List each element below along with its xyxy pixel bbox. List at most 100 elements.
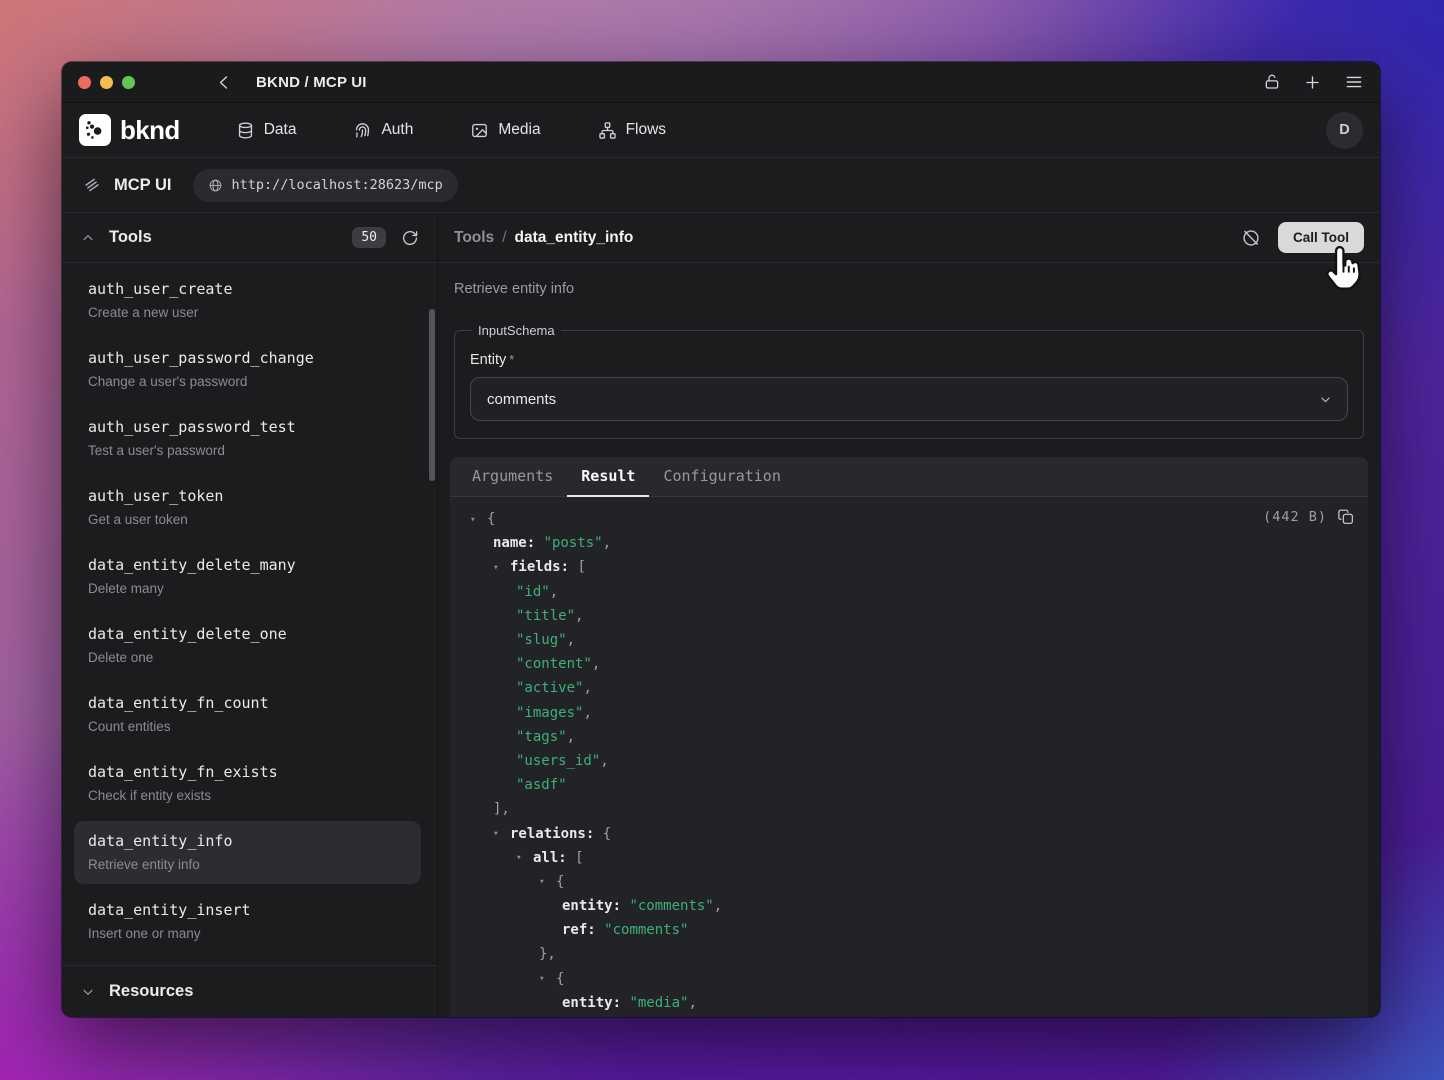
result-size-label: (442 B) — [1263, 509, 1327, 525]
app-window: BKND / MCP UI — [62, 62, 1380, 1017]
json-line: ], — [450, 797, 1368, 821]
sidebar-tool-item[interactable]: data_entity_fn_count Count entities — [74, 683, 421, 746]
sidebar-tool-item[interactable]: auth_user_create Create a new user — [74, 269, 421, 332]
nav-label: Media — [498, 121, 540, 139]
tool-name: data_entity_delete_one — [88, 624, 407, 645]
mcp-bar: MCP UI http://localhost:28623/mcp — [62, 158, 1380, 213]
menu-icon[interactable] — [1344, 72, 1364, 92]
json-line: ▾fields: [ — [450, 555, 1368, 579]
json-token-punc: , — [592, 656, 600, 672]
zoom-window-button[interactable] — [122, 76, 135, 89]
tab-result[interactable]: Result — [567, 457, 649, 497]
sidebar-tool-item[interactable]: data_entity_fn_existsCheck if entity exi… — [74, 752, 421, 815]
tool-description: Create a new user — [88, 303, 407, 322]
refresh-icon[interactable] — [401, 229, 419, 247]
json-line: ▾{ — [450, 507, 1368, 531]
window-controls — [78, 76, 135, 89]
json-token-punc: { — [556, 971, 564, 987]
json-token-punc: , — [688, 995, 696, 1011]
copy-icon[interactable] — [1337, 508, 1355, 526]
image-icon — [470, 121, 489, 140]
sidebar-scrollbar[interactable] — [429, 309, 435, 481]
sidebar-tool-item[interactable]: data_entity_delete_manyDelete many — [74, 545, 421, 608]
database-icon — [236, 121, 255, 140]
nav-item-auth[interactable]: Auth — [353, 121, 413, 140]
json-token-key: entity: — [562, 995, 629, 1011]
close-window-button[interactable] — [78, 76, 91, 89]
collapse-arrow-icon[interactable]: ▾ — [493, 828, 510, 839]
nav-item-flows[interactable]: Flows — [598, 121, 666, 140]
tools-section-header[interactable]: Tools 50 — [62, 213, 437, 263]
fingerprint-icon — [353, 121, 372, 140]
call-tool-button[interactable]: Call Tool — [1278, 222, 1364, 253]
json-token-str: "slug" — [516, 632, 567, 648]
json-token-str: "content" — [516, 656, 592, 672]
json-token-punc: , — [603, 535, 611, 551]
chevron-up-icon[interactable] — [80, 230, 96, 246]
sidebar-tool-item[interactable]: auth_user_password_testTest a user's pas… — [74, 407, 421, 470]
tool-detail-header: Tools / data_entity_info Call Tool — [438, 213, 1380, 263]
tool-description: Get a user token — [88, 510, 407, 529]
minimize-window-button[interactable] — [100, 76, 113, 89]
breadcrumb-parent[interactable]: Tools — [454, 229, 494, 247]
bknd-logo-icon — [79, 114, 111, 146]
sidebar-tool-item[interactable]: auth_user_tokenGet a user token — [74, 476, 421, 539]
input-schema-legend: InputSchema — [472, 323, 561, 338]
tool-description: Delete many — [88, 579, 407, 598]
json-token-str: "tags" — [516, 729, 567, 745]
user-avatar[interactable]: D — [1326, 112, 1363, 149]
json-token-str: "users_id" — [516, 753, 600, 769]
json-token-key: relations: — [510, 826, 603, 842]
json-token-punc: { — [603, 826, 611, 842]
json-token-punc: [ — [575, 850, 583, 866]
tool-name: auth_user_create — [88, 279, 407, 300]
nav-label: Auth — [381, 121, 413, 139]
nav-label: Flows — [626, 121, 666, 139]
json-line: ▾{ — [450, 967, 1368, 991]
json-token-punc: { — [487, 511, 495, 527]
json-token-punc: , — [583, 680, 591, 696]
collapse-arrow-icon[interactable]: ▾ — [493, 562, 510, 573]
sidebar-tool-item[interactable]: data_entity_insertInsert one or many — [74, 890, 421, 953]
json-line: "images", — [450, 701, 1368, 725]
tool-description: Retrieve entity info — [88, 855, 407, 874]
json-token-punc: , — [714, 898, 722, 914]
tools-sidebar: Tools 50 auth_user_create Create a new us… — [62, 213, 437, 1017]
new-tab-icon[interactable] — [1303, 73, 1322, 92]
sidebar-tool-item[interactable]: data_entity_delete_oneDelete one — [74, 614, 421, 677]
tool-description: Check if entity exists — [88, 786, 407, 805]
tool-description: Count entities — [88, 717, 407, 736]
tool-description: Change a user's password — [88, 372, 407, 391]
sidebar-tool-item[interactable]: data_entity_infoRetrieve entity info — [74, 821, 421, 884]
nav-item-media[interactable]: Media — [470, 121, 540, 140]
json-token-key: fields: — [510, 559, 577, 575]
collapse-arrow-icon[interactable]: ▾ — [516, 852, 533, 863]
json-token-punc: , — [550, 584, 558, 600]
back-icon[interactable] — [215, 73, 234, 92]
mcp-url-pill[interactable]: http://localhost:28623/mcp — [193, 169, 457, 202]
collapse-arrow-icon[interactable]: ▾ — [539, 876, 556, 887]
page-title: MCP UI — [114, 176, 171, 195]
json-token-key: entity: — [562, 898, 629, 914]
eye-off-icon[interactable] — [1241, 228, 1261, 248]
collapse-arrow-icon[interactable]: ▾ — [470, 514, 487, 525]
json-token-punc: { — [556, 874, 564, 890]
mcp-url: http://localhost:28623/mcp — [231, 177, 442, 193]
nav-item-data[interactable]: Data — [236, 121, 297, 140]
sidebar-tool-item[interactable]: auth_user_password_changeChange a user's… — [74, 338, 421, 401]
tools-count-badge: 50 — [352, 227, 386, 248]
json-line: "active", — [450, 676, 1368, 700]
window-titlebar: BKND / MCP UI — [62, 62, 1380, 103]
entity-select[interactable]: comments — [470, 377, 1348, 421]
required-mark: * — [509, 352, 514, 367]
tab-configuration[interactable]: Configuration — [649, 457, 794, 497]
json-line: ▾{ — [450, 870, 1368, 894]
bknd-logo[interactable]: bknd — [79, 114, 180, 146]
collapse-arrow-icon[interactable]: ▾ — [539, 973, 556, 984]
tool-name: data_entity_fn_count — [88, 693, 407, 714]
lock-open-icon[interactable] — [1263, 73, 1281, 91]
tab-arguments[interactable]: Arguments — [458, 457, 567, 497]
chevron-down-icon[interactable] — [80, 984, 96, 1000]
resources-section-header[interactable]: Resources — [62, 965, 437, 1017]
json-token-str: "active" — [516, 680, 583, 696]
